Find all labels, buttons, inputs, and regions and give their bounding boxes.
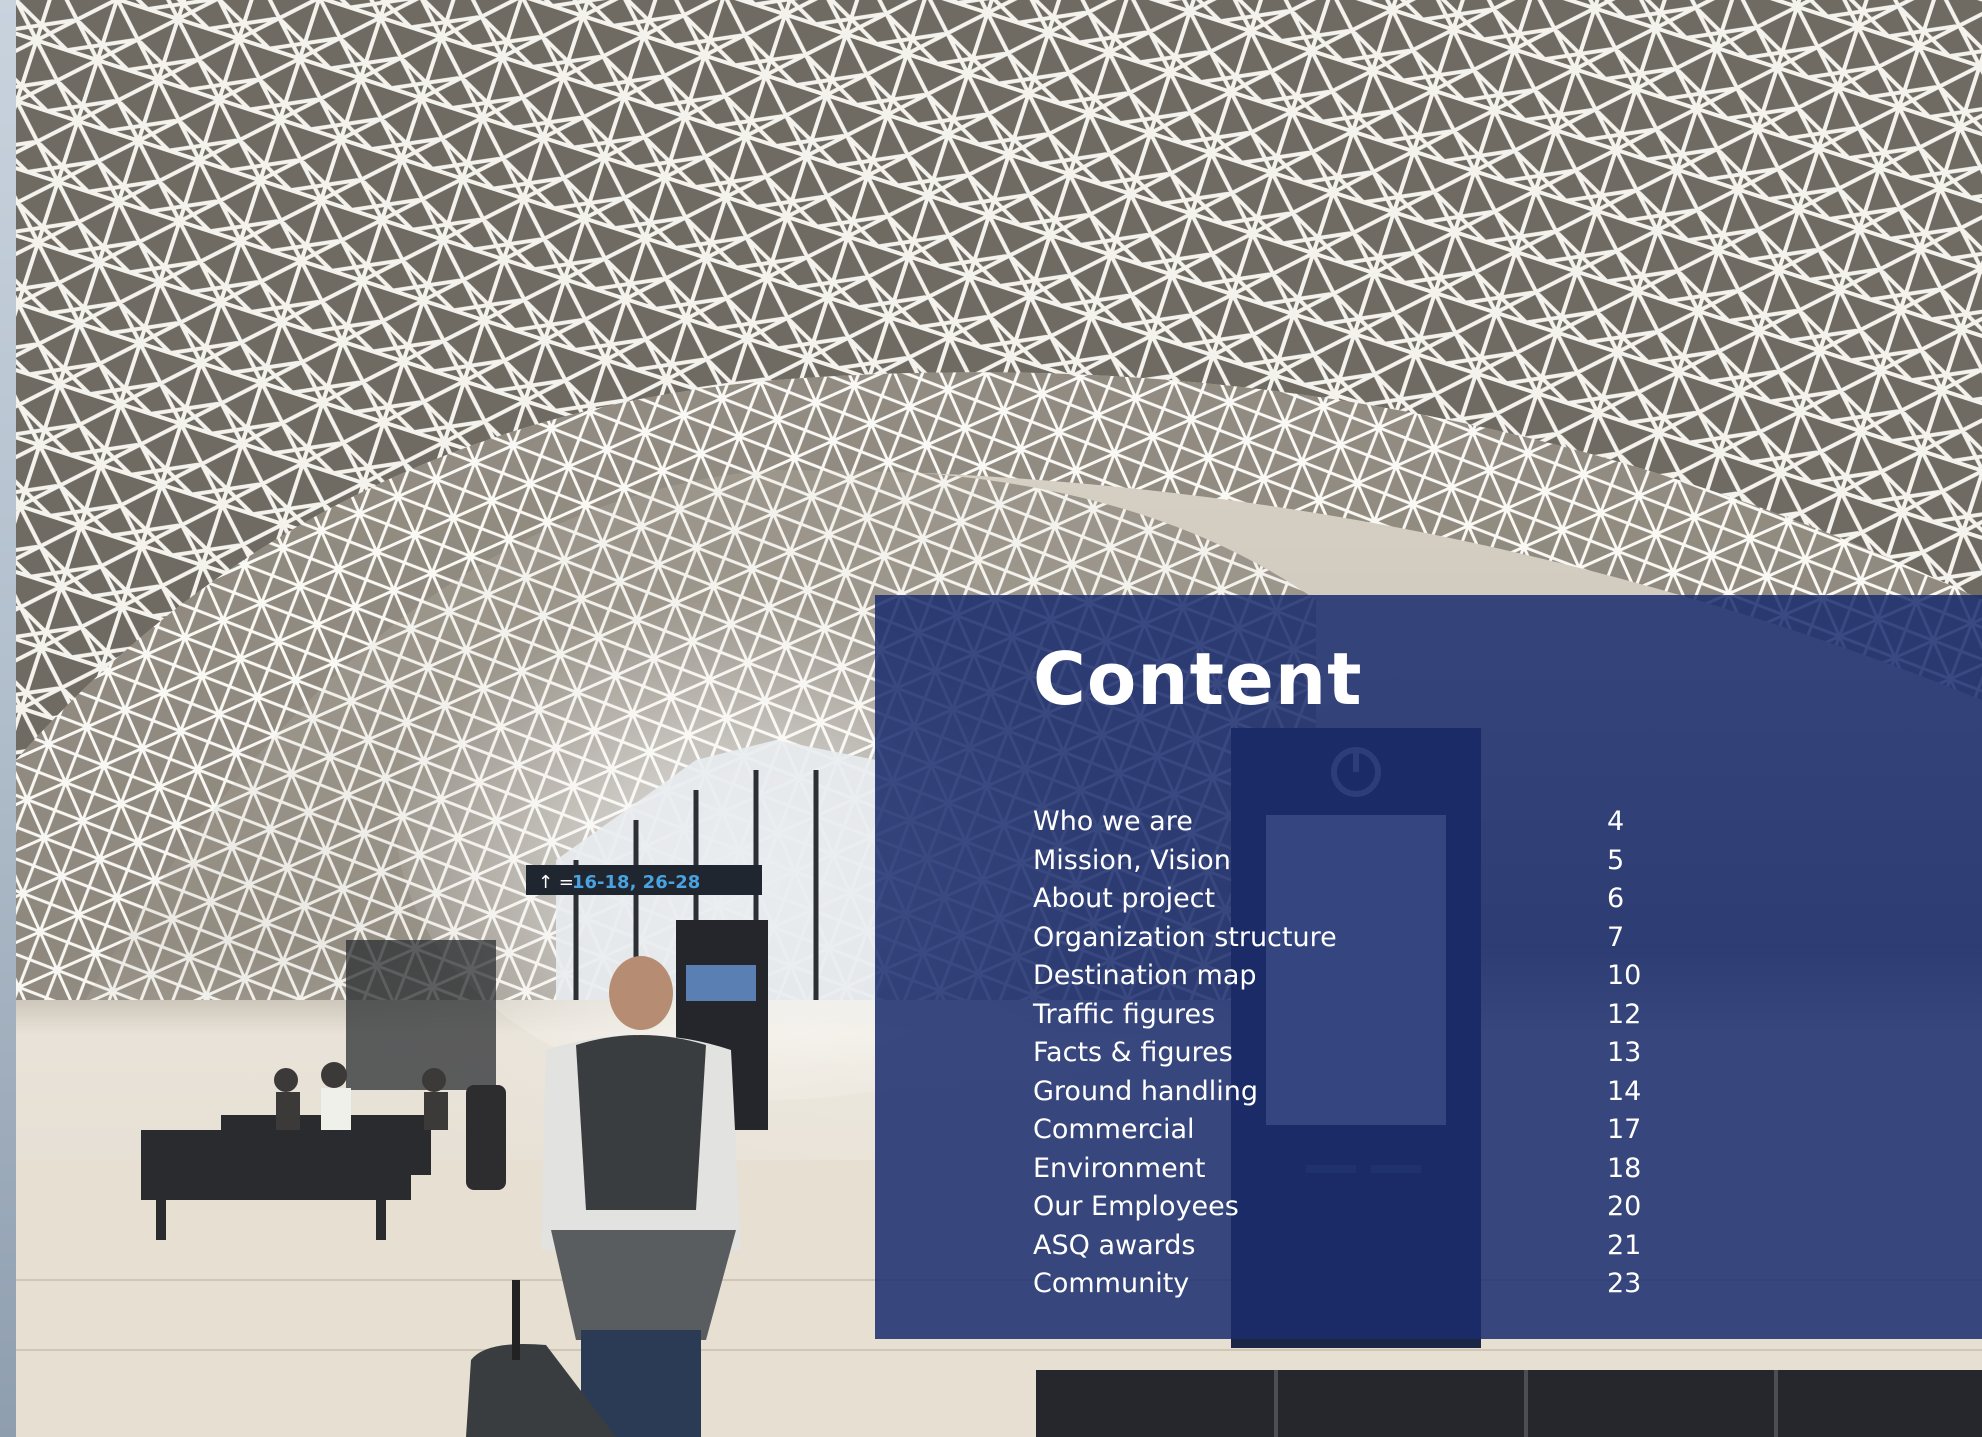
- table-of-contents: Who we are 4 Mission, Vision 5 About pro…: [1033, 803, 1673, 1304]
- toc-entry-page-number: 13: [1607, 1037, 1642, 1068]
- standing-suitcase: [466, 1085, 506, 1190]
- toc-entry-label: Ground handling: [1033, 1075, 1259, 1107]
- toc-entry-label: Commercial: [1033, 1114, 1195, 1145]
- gate-sign-text: 16-18, 26-28: [572, 872, 700, 893]
- toc-entry[interactable]: Traffic figures 12: [1033, 996, 1673, 1035]
- toc-entry-label: Our Employees: [1033, 1191, 1239, 1222]
- toc-entry[interactable]: Ground handling 14: [1033, 1073, 1673, 1112]
- toc-entry[interactable]: Who we are 4: [1033, 803, 1673, 842]
- toc-entry[interactable]: Destination map 10: [1033, 957, 1673, 996]
- gate-arrow: ↑ =: [538, 872, 574, 893]
- toc-entry-label: About project: [1033, 883, 1216, 914]
- toc-entry-label: Traffic figures: [1033, 998, 1216, 1030]
- departure-screen: [686, 965, 756, 1001]
- toc-entry-label: ASQ awards: [1033, 1229, 1196, 1261]
- toc-entry-label: Community: [1033, 1268, 1190, 1299]
- toc-entry-page-number: 20: [1607, 1191, 1642, 1222]
- info-display: [346, 940, 496, 1090]
- toc-entry[interactable]: Our Employees 20: [1033, 1188, 1673, 1227]
- toc-entry-label: Destination map: [1033, 960, 1257, 991]
- toc-entry-page-number: 21: [1607, 1229, 1642, 1261]
- toc-entry-page-number: 23: [1607, 1268, 1642, 1299]
- contents-title: Content: [1033, 637, 1363, 721]
- toc-entry[interactable]: ASQ awards 21: [1033, 1227, 1673, 1266]
- toc-entry[interactable]: Organization structure 7: [1033, 919, 1673, 958]
- toc-entry-label: Facts & figures: [1033, 1037, 1233, 1068]
- toc-entry[interactable]: Commercial 17: [1033, 1111, 1673, 1150]
- toc-entry-page-number: 7: [1607, 921, 1625, 953]
- toc-entry-page-number: 18: [1607, 1152, 1642, 1184]
- toc-entry-label: Mission, Vision: [1033, 844, 1231, 876]
- toc-entry-label: Who we are: [1033, 806, 1193, 837]
- toc-entry[interactable]: Environment 18: [1033, 1150, 1673, 1189]
- toc-entry[interactable]: Community 23: [1033, 1265, 1673, 1304]
- toc-entry-page-number: 12: [1607, 998, 1642, 1030]
- toc-entry-page-number: 4: [1607, 806, 1625, 837]
- document-page: ↑ = 16-18, 26-28 Content Who we are 4 Mi…: [0, 0, 1982, 1437]
- toc-entry-page-number: 17: [1607, 1114, 1642, 1145]
- toc-entry-label: Organization structure: [1033, 921, 1337, 953]
- seating-right: [1036, 1370, 1982, 1437]
- toc-entry[interactable]: Mission, Vision 5: [1033, 842, 1673, 881]
- toc-entry-page-number: 5: [1607, 844, 1625, 876]
- toc-entry-label: Environment: [1033, 1152, 1206, 1184]
- left-edge-strip: [0, 0, 16, 1437]
- toc-entry[interactable]: About project 6: [1033, 880, 1673, 919]
- contents-panel: Content Who we are 4 Mission, Vision 5 A…: [875, 595, 1982, 1339]
- toc-entry-page-number: 10: [1607, 960, 1642, 991]
- toc-entry-page-number: 6: [1607, 883, 1625, 914]
- toc-entry-page-number: 14: [1607, 1075, 1642, 1107]
- toc-entry[interactable]: Facts & figures 13: [1033, 1034, 1673, 1073]
